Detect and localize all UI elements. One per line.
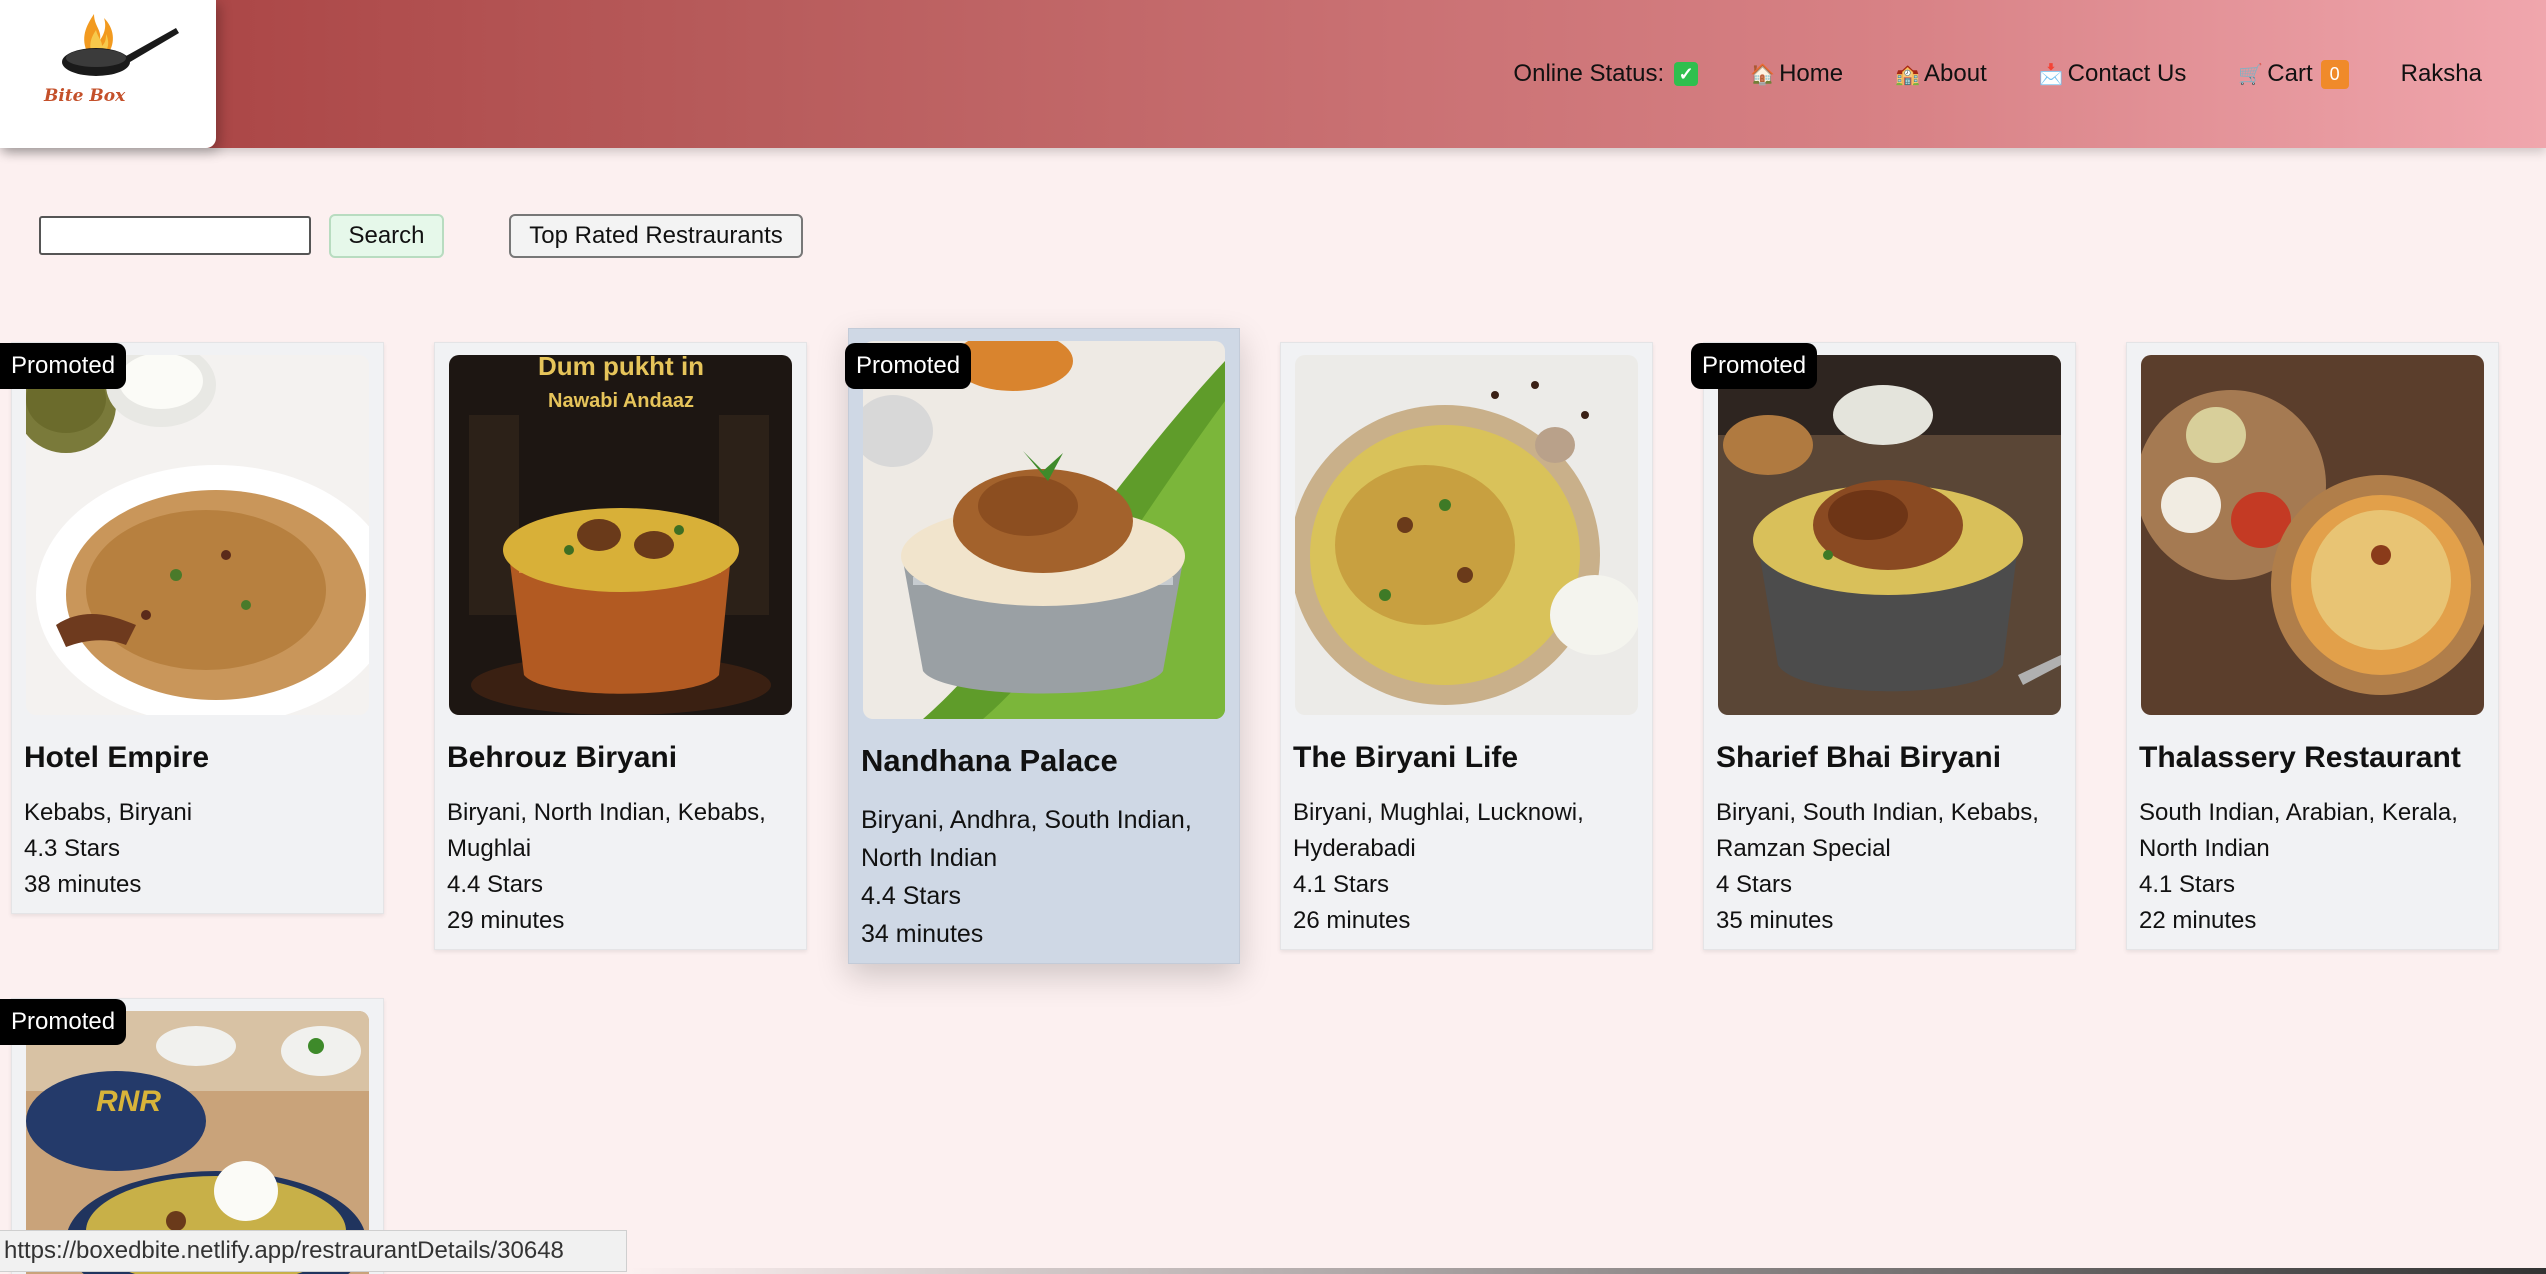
- restaurant-name: Sharief Bhai Biryani: [1716, 741, 2002, 774]
- user-name[interactable]: Raksha: [2401, 60, 2482, 88]
- restaurant-rating: 4.4 Stars: [861, 882, 962, 910]
- search-button[interactable]: Search: [329, 214, 444, 258]
- restaurant-image: [1718, 355, 2061, 715]
- nav-contact-label: Contact Us: [2067, 60, 2187, 87]
- restaurant-card[interactable]: The Biryani Life Biryani, Mughlai, Luckn…: [1280, 342, 1653, 950]
- search-input[interactable]: [39, 216, 311, 255]
- cart-count-badge: 0: [2320, 59, 2349, 89]
- link-preview-statusbar: https://boxedbite.netlify.app/restrauran…: [0, 1230, 627, 1272]
- restaurant-card[interactable]: Dum pukht in Nawabi Andaaz Behrouz Birya…: [434, 342, 807, 950]
- restaurant-cuisines: Kebabs, Biryani: [24, 799, 193, 826]
- main-nav: Online Status: ✓ 🏠 Home 🏫 About 📩 Contac…: [1513, 56, 2482, 92]
- restaurant-rating: 4.1 Stars: [2139, 871, 2236, 898]
- image-caption: RNR: [96, 1085, 161, 1118]
- promoted-badge: Promoted: [845, 343, 972, 389]
- restaurant-delivery-time: 34 minutes: [861, 920, 984, 948]
- image-caption-1: Dum pukht in: [538, 355, 704, 381]
- restaurant-image: [1295, 355, 1638, 715]
- window-bottom-edge: [627, 1268, 2546, 1274]
- pan-flame-icon: [62, 14, 179, 76]
- promoted-badge: Promoted: [0, 343, 127, 389]
- envelope-icon: 📩: [2038, 63, 2064, 86]
- restaurant-details: Kebabs, Biryani 4.3 Stars 38 minutes: [24, 795, 374, 903]
- restaurant-cuisines: South Indian, Arabian, Kerala, North Ind…: [2139, 799, 2458, 862]
- restaurant-details: Biryani, North Indian, Kebabs, Mughlai 4…: [447, 795, 792, 939]
- cart-icon: 🛒: [2238, 63, 2264, 86]
- restaurant-delivery-time: 35 minutes: [1716, 907, 1834, 934]
- nav-contact[interactable]: 📩 Contact Us: [2039, 60, 2187, 88]
- school-icon: 🏫: [1895, 63, 1921, 86]
- restaurant-delivery-time: 29 minutes: [447, 907, 565, 934]
- online-status: Online Status: ✓: [1513, 60, 1699, 88]
- logo-text: Bite Box: [44, 86, 126, 106]
- app-header: Bite Box Online Status: ✓ 🏠 Home 🏫 About…: [0, 0, 2546, 148]
- restaurant-rating: 4 Stars: [1716, 871, 1793, 898]
- online-status-label: Online Status:: [1513, 60, 1665, 87]
- image-caption-2: Nawabi Andaaz: [548, 390, 694, 412]
- restaurant-name: Nandhana Palace: [861, 743, 1118, 778]
- restaurant-card[interactable]: Thalassery Restaurant South Indian, Arab…: [2126, 342, 2499, 950]
- restaurant-cuisines: Biryani, South Indian, Kebabs, Ramzan Sp…: [1716, 799, 2039, 862]
- restaurant-cuisines: Biryani, North Indian, Kebabs, Mughlai: [447, 799, 766, 862]
- nav-about[interactable]: 🏫 About: [1895, 60, 1987, 88]
- restaurant-image: [2141, 355, 2484, 715]
- nav-home[interactable]: 🏠 Home: [1750, 60, 1843, 88]
- restaurant-delivery-time: 22 minutes: [2139, 907, 2257, 934]
- nav-cart-label: Cart: [2267, 60, 2313, 87]
- restaurant-name: Behrouz Biryani: [447, 741, 678, 774]
- check-icon: ✓: [1674, 62, 1699, 86]
- restaurant-cuisines: Biryani, Andhra, South Indian, North Ind…: [861, 806, 1192, 872]
- restaurant-delivery-time: 38 minutes: [24, 871, 142, 898]
- restaurant-rating: 4.3 Stars: [24, 835, 121, 862]
- nav-home-label: Home: [1779, 60, 1844, 87]
- nav-cart[interactable]: 🛒 Cart 0: [2238, 59, 2349, 89]
- restaurant-card[interactable]: Sharief Bhai Biryani Biryani, South Indi…: [1703, 342, 2076, 950]
- home-icon: 🏠: [1750, 63, 1776, 86]
- restaurant-name: Thalassery Restaurant: [2139, 741, 2461, 774]
- restaurant-cuisines: Biryani, Mughlai, Lucknowi, Hyderabadi: [1293, 799, 1584, 862]
- promoted-badge: Promoted: [0, 999, 127, 1045]
- restaurant-image: [26, 355, 369, 715]
- restaurant-rating: 4.1 Stars: [1293, 871, 1390, 898]
- restaurant-card[interactable]: Nandhana Palace Biryani, Andhra, South I…: [848, 328, 1240, 964]
- restaurant-name: The Biryani Life: [1293, 741, 1519, 774]
- promoted-badge: Promoted: [1691, 343, 1818, 389]
- restaurant-details: South Indian, Arabian, Kerala, North Ind…: [2139, 795, 2484, 939]
- restaurant-image: Dum pukht in Nawabi Andaaz: [449, 355, 792, 715]
- restaurant-card[interactable]: Hotel Empire Kebabs, Biryani 4.3 Stars 3…: [11, 342, 384, 914]
- restaurant-image: [863, 341, 1225, 719]
- restaurant-rating: 4.4 Stars: [447, 871, 544, 898]
- restaurant-details: Biryani, Andhra, South Indian, North Ind…: [861, 801, 1226, 953]
- top-rated-button[interactable]: Top Rated Restraurants: [509, 214, 803, 258]
- restaurant-details: Biryani, Mughlai, Lucknowi, Hyderabadi 4…: [1293, 795, 1638, 939]
- logo[interactable]: Bite Box: [0, 0, 216, 148]
- restaurant-details: Biryani, South Indian, Kebabs, Ramzan Sp…: [1716, 795, 2061, 939]
- nav-about-label: About: [1924, 60, 1987, 87]
- restaurant-delivery-time: 26 minutes: [1293, 907, 1411, 934]
- restaurant-name: Hotel Empire: [24, 741, 210, 774]
